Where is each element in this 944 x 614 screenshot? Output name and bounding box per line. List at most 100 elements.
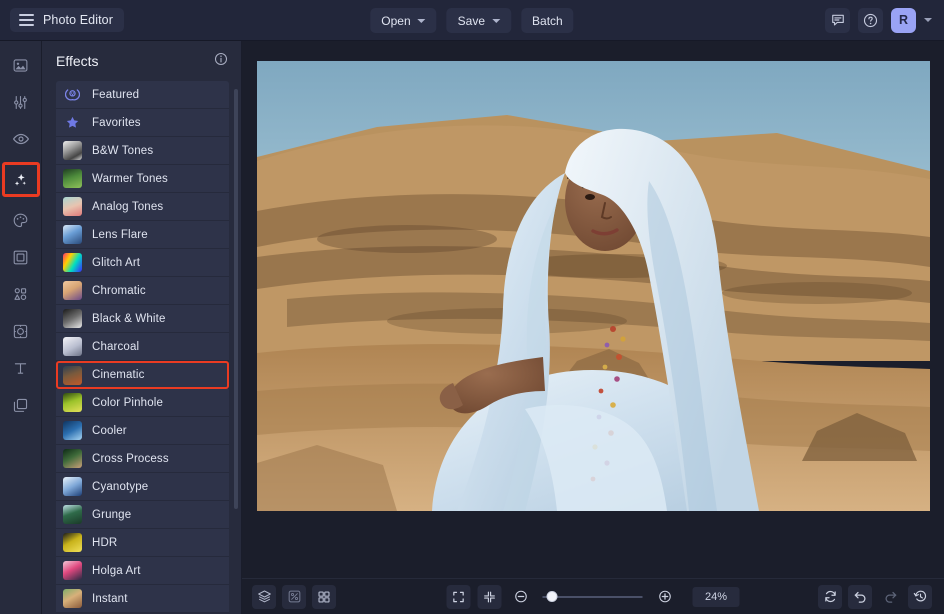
sidebar-item-layers[interactable] [4,391,38,419]
batch-label: Batch [532,13,563,28]
effects-list[interactable]: Featured Favorites B&W Tones Warmer Tones An… [42,81,241,614]
effect-list-item[interactable]: Cross Process [56,445,229,473]
effect-label: Glitch Art [92,256,141,269]
help-button[interactable] [858,7,883,33]
app-title: Photo Editor [43,13,113,27]
photo-editor-window: Photo Editor Open Save Batch R Effects F… [0,0,944,614]
redo-icon [884,591,896,603]
sticker-icon [13,324,28,338]
effect-label: Charcoal [92,340,140,353]
layers-icon [13,398,28,412]
effect-list-item[interactable]: Holga Art [56,557,229,585]
layers-stack-button[interactable] [252,584,276,609]
effect-list-item[interactable]: Black & White [56,305,229,333]
zoom-slider[interactable] [542,590,643,602]
effect-list-item[interactable]: Charcoal [56,333,229,361]
effect-thumbnail [63,337,82,356]
effect-label: Cyanotype [92,480,149,493]
sidebar-item-stickers[interactable] [4,317,38,345]
layers-stack-icon [257,590,271,603]
effect-thumbnail [63,141,82,160]
info-button[interactable] [214,52,228,71]
star-icon [66,116,79,128]
batch-button[interactable]: Batch [521,8,574,33]
bottom-toolbar: 24% [242,578,944,614]
sidebar-item-frames[interactable] [4,243,38,271]
undo-icon [854,591,866,603]
feedback-button[interactable] [825,7,850,33]
sidebar-item-preview[interactable] [4,125,38,153]
palette-icon [13,213,28,227]
fit-to-screen-icon [453,591,464,602]
open-button[interactable]: Open [370,8,437,33]
effect-thumbnail [63,365,82,385]
redo-button[interactable] [878,585,902,609]
undo-button[interactable] [848,584,872,609]
zoom-out-icon [514,590,527,603]
zoom-level-value[interactable]: 24% [692,586,740,607]
effect-label: Instant [92,592,128,605]
effect-list-item[interactable]: Featured [56,81,229,109]
effect-list-item[interactable]: Warmer Tones [56,165,229,193]
effect-list-item[interactable]: Cyanotype [56,473,229,501]
zoom-in-button[interactable] [653,585,677,609]
shrink-to-fit-button[interactable] [477,584,502,609]
featured-badge-icon [65,89,80,101]
reset-button[interactable] [818,584,842,609]
effect-thumbnail [63,505,82,524]
photo-preview[interactable] [256,61,930,511]
sidebar-item-image[interactable] [4,51,38,79]
effect-list-item[interactable]: Glitch Art [56,249,229,277]
account-chevron-down-icon[interactable] [924,18,932,22]
zoom-in-icon [658,590,671,603]
effect-list-item[interactable]: Cinematic [56,361,229,389]
fit-to-screen-button[interactable] [446,584,471,609]
save-button[interactable]: Save [446,8,512,33]
effect-label: Cinematic [92,369,145,381]
topbar-left: Photo Editor [0,8,124,32]
effect-list-item[interactable]: B&W Tones [56,137,229,165]
open-label: Open [381,13,411,28]
effect-list-item[interactable]: Analog Tones [56,193,229,221]
effect-list-item[interactable]: Lens Flare [56,221,229,249]
photo-image [256,61,930,511]
effect-list-item[interactable]: Color Pinhole [56,389,229,417]
app-menu-button[interactable]: Photo Editor [10,8,124,32]
shapes-icon [14,287,27,300]
zoom-controls: 24% [446,584,740,609]
effect-thumbnail [63,309,82,328]
compare-toggle-button[interactable] [282,584,306,609]
effect-thumbnail [63,225,82,244]
image-canvas[interactable] [242,41,944,578]
effect-label: Favorites [92,116,141,129]
effect-thumbnail [63,589,82,608]
sidebar-item-adjust[interactable] [4,88,38,116]
sidebar-item-shapes[interactable] [4,280,38,308]
bottom-right-tools [818,584,932,609]
effect-label: Featured [92,88,140,101]
adjust-sliders-icon [14,95,27,109]
effect-list-item[interactable]: Grunge [56,501,229,529]
zoom-slider-handle[interactable] [546,590,558,602]
history-button[interactable] [908,584,932,609]
effect-list-item[interactable]: Favorites [56,109,229,137]
effect-list-item[interactable]: Cooler [56,417,229,445]
effect-thumbnail [63,477,82,496]
sidebar-item-effects[interactable] [1,162,40,197]
effect-list-item[interactable]: Instant [56,585,229,613]
effect-label: Chromatic [92,284,146,297]
chevron-down-icon [492,18,501,23]
frame-icon [13,250,28,264]
sidebar-item-text[interactable] [4,354,38,382]
effect-label: Color Pinhole [92,396,163,409]
effect-list-item[interactable]: HDR [56,529,229,557]
avatar[interactable]: R [891,7,916,33]
grid-view-button[interactable] [312,584,336,609]
sidebar-item-paint[interactable] [4,206,38,234]
effect-label: Black & White [92,312,166,325]
chevron-down-icon [417,18,426,23]
effect-list-item[interactable]: Chromatic [56,277,229,305]
feedback-icon [831,14,844,26]
zoom-out-button[interactable] [509,585,533,609]
effects-scrollbar[interactable] [234,89,238,509]
